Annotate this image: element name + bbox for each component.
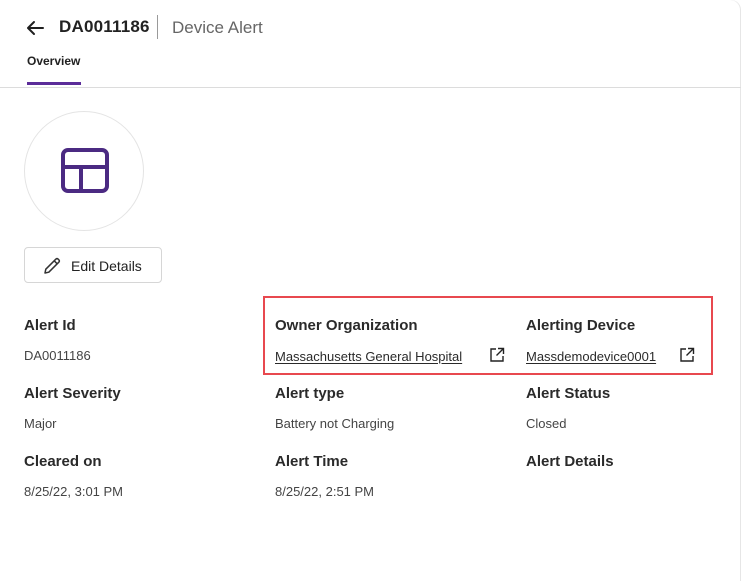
alert-time-value: 8/25/22, 2:51 PM	[275, 484, 375, 499]
avatar	[24, 111, 144, 231]
alert-type-value: Battery not Charging	[275, 416, 395, 431]
owner-organization-label: Owner Organization	[275, 317, 418, 334]
tab-overview[interactable]: Overview	[27, 54, 80, 68]
alert-status-value: Closed	[526, 416, 567, 431]
alert-id-label: Alert Id	[24, 317, 76, 334]
page-header: DA0011186 Device Alert Overview	[0, 0, 741, 88]
cleared-on-value: 8/25/22, 3:01 PM	[24, 484, 124, 499]
pencil-icon	[41, 255, 63, 282]
edit-details-button[interactable]: Edit Details	[24, 247, 162, 283]
active-tab-indicator	[27, 82, 81, 85]
alert-type-label: Alert type	[275, 385, 345, 402]
back-arrow-icon[interactable]	[24, 17, 46, 39]
alert-severity-value: Major	[24, 416, 57, 431]
record-type-label: Device Alert	[172, 18, 263, 37]
alert-time-label: Alert Time	[275, 453, 349, 470]
alert-id-value: DA0011186	[24, 348, 91, 363]
external-link-icon[interactable]	[489, 347, 505, 363]
alert-severity-label: Alert Severity	[24, 385, 121, 402]
alert-detail-panel: DA0011186 Device Alert Overview Edit Det…	[0, 0, 741, 581]
alerting-device-link[interactable]: Massdemodevice0001	[526, 349, 656, 364]
alert-details-label: Alert Details	[526, 453, 614, 470]
external-link-icon[interactable]	[679, 347, 695, 363]
title-divider	[157, 15, 158, 39]
cleared-on-label: Cleared on	[24, 453, 102, 470]
edit-details-label: Edit Details	[71, 258, 142, 274]
alert-status-label: Alert Status	[526, 385, 611, 402]
owner-organization-link[interactable]: Massachusetts General Hospital	[275, 349, 462, 364]
page-title: DA0011186	[59, 17, 150, 36]
alerting-device-label: Alerting Device	[526, 317, 636, 334]
